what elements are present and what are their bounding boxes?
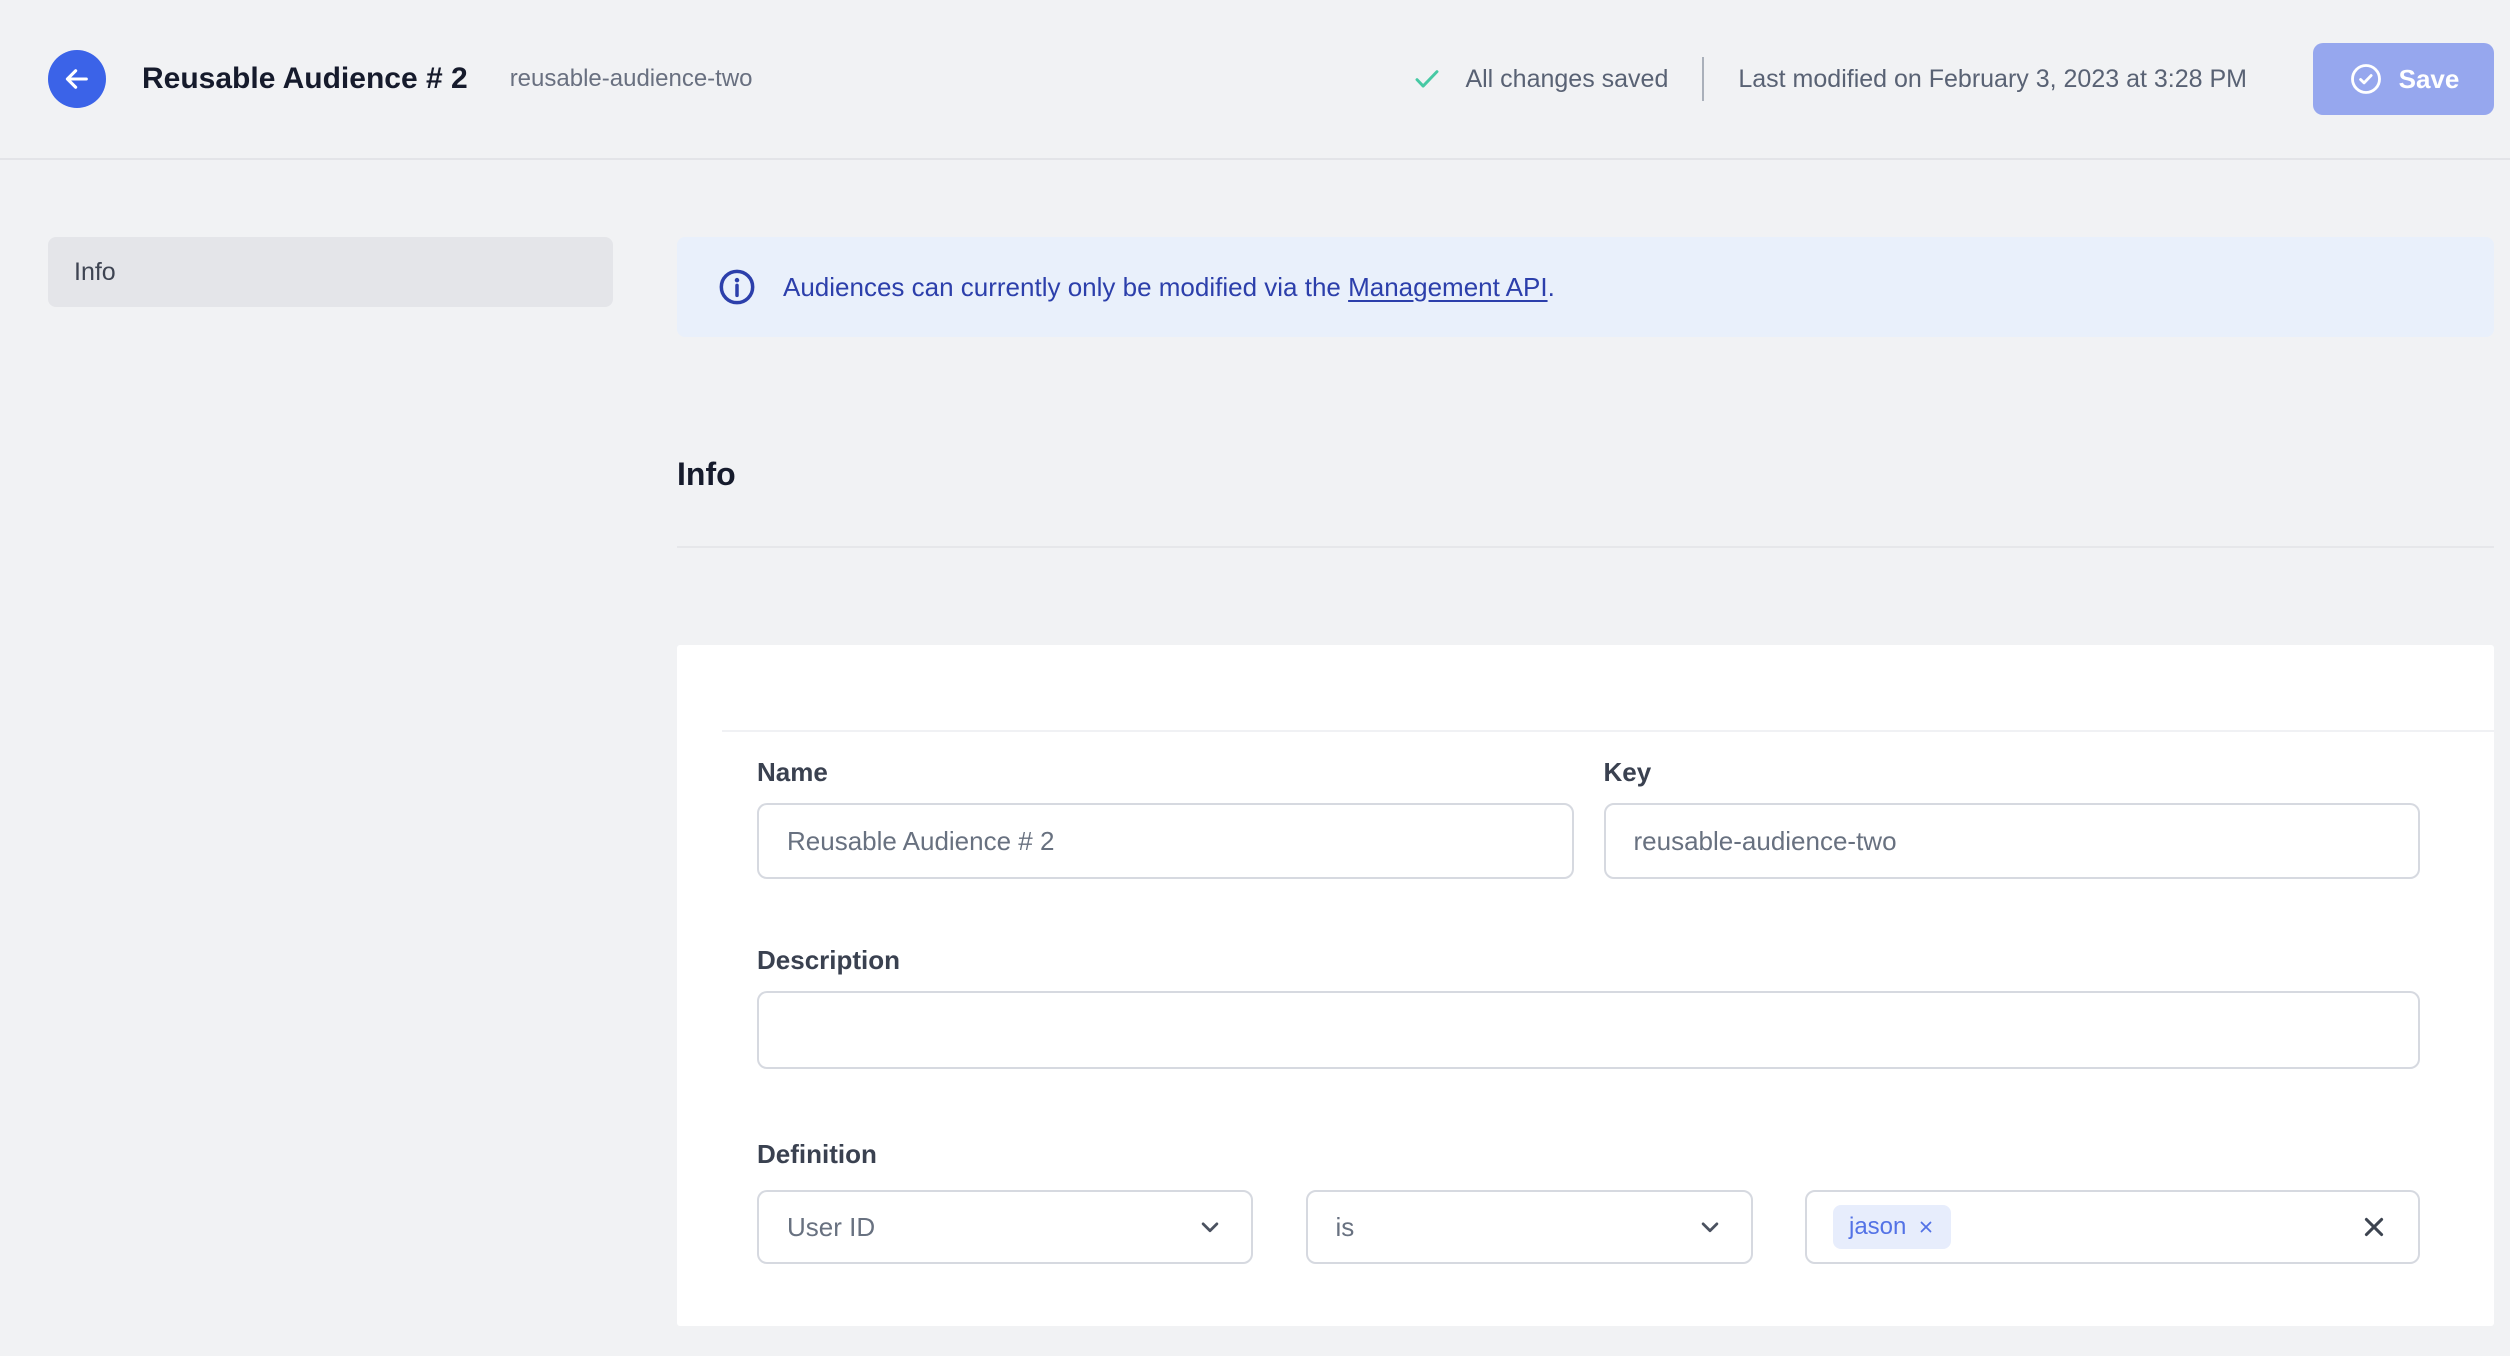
definition-label: Definition: [757, 1139, 877, 1169]
name-input[interactable]: [757, 803, 1574, 879]
tag-remove-x-icon[interactable]: [1917, 1218, 1935, 1236]
description-label: Description: [757, 945, 901, 975]
name-label: Name: [757, 757, 828, 787]
check-icon: [1411, 63, 1443, 95]
description-input[interactable]: [757, 991, 2420, 1069]
banner-text-suffix: .: [1547, 271, 1555, 302]
definition-row: User ID is jason: [757, 1190, 2420, 1264]
key-label: Key: [1603, 757, 1652, 787]
management-api-link[interactable]: Management API: [1348, 272, 1547, 302]
trait-select[interactable]: User ID: [757, 1190, 1253, 1264]
header: Reusable Audience # 2 reusable-audience-…: [0, 0, 2510, 160]
name-field-group: Name: [757, 757, 1574, 879]
sidebar-item-label: Info: [74, 257, 116, 286]
banner-text-prefix: Audiences can currently only be modified…: [783, 271, 1349, 302]
sidebar-item-info[interactable]: Info: [48, 237, 613, 307]
tag-pill-label: jason: [1849, 1213, 1907, 1240]
info-card: Name Key Description Definition User ID …: [677, 645, 2494, 1326]
operator-select[interactable]: is: [1305, 1190, 1753, 1264]
info-banner: Audiences can currently only be modified…: [677, 237, 2494, 337]
save-button-label: Save: [2398, 63, 2460, 94]
section-title: Info: [677, 456, 736, 492]
trait-select-value: User ID: [787, 1211, 876, 1242]
chevron-down-icon: [1695, 1212, 1725, 1242]
description-field-group: Description: [757, 945, 2420, 1069]
circle-check-icon: [2348, 61, 2384, 97]
x-icon: [2360, 1213, 2388, 1241]
save-status: All changes saved: [1411, 63, 1668, 95]
back-button[interactable]: [48, 50, 106, 108]
name-key-row: Name Key: [757, 757, 2420, 879]
header-divider: [1702, 57, 1705, 101]
info-circle-icon: [717, 267, 757, 307]
card-top-divider: [722, 730, 2494, 732]
chevron-down-icon: [1195, 1212, 1225, 1242]
key-field-group: Key: [1603, 757, 2420, 879]
values-tag-input[interactable]: jason: [1805, 1190, 2420, 1264]
arrow-left-icon: [61, 63, 93, 95]
operator-select-value: is: [1335, 1211, 1355, 1242]
last-modified-text: Last modified on February 3, 2023 at 3:2…: [1738, 64, 2247, 93]
clear-values-button[interactable]: [2360, 1213, 2388, 1241]
page-subtitle: reusable-audience-two: [509, 65, 753, 92]
section-divider: [677, 546, 2494, 548]
tag-pill: jason: [1833, 1205, 1952, 1249]
banner-text: Audiences can currently only be modified…: [783, 272, 1555, 303]
page-title: Reusable Audience # 2: [142, 62, 468, 95]
definition-field-group: Definition User ID is jason: [757, 1139, 2420, 1264]
save-button[interactable]: Save: [2313, 43, 2494, 115]
key-input[interactable]: [1603, 803, 2420, 879]
status-text: All changes saved: [1465, 64, 1669, 93]
